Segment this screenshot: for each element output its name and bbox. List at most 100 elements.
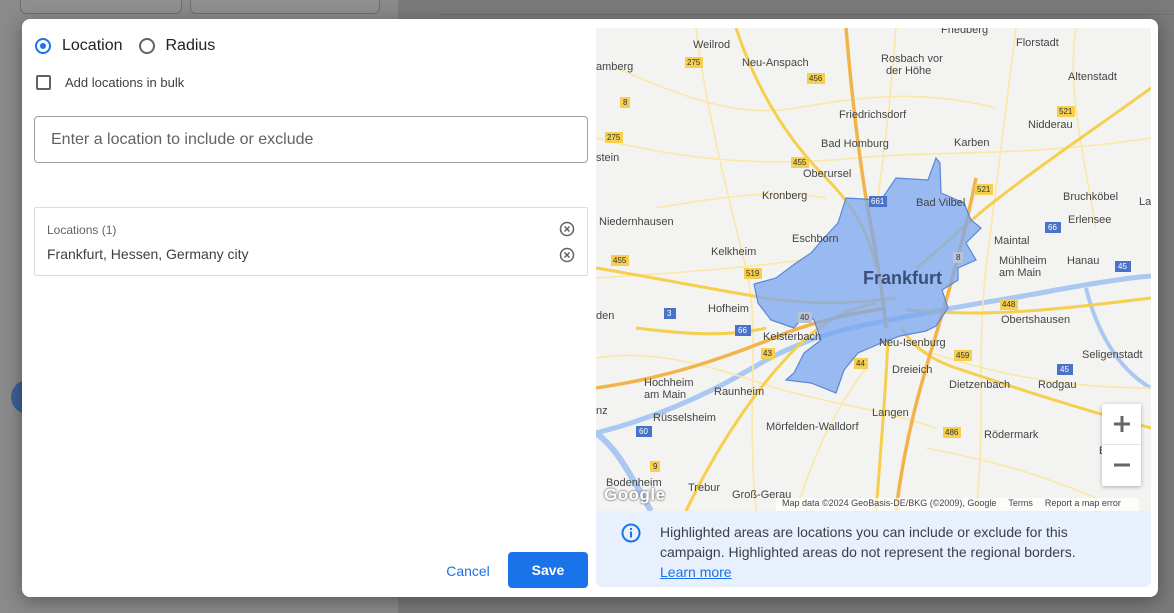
shield-text: 66 bbox=[1048, 223, 1057, 232]
radio-button[interactable] bbox=[138, 38, 155, 54]
dialog-footer: Cancel Save bbox=[22, 552, 596, 590]
info-text: Highlighted areas are locations you can … bbox=[660, 524, 1076, 560]
map-label-friedrichsdorf: Friedrichsdorf bbox=[839, 109, 907, 121]
map-label-ruesselsheim: Rüsselsheim bbox=[653, 412, 716, 424]
shield-text: 8 bbox=[956, 253, 961, 262]
radio-location[interactable]: Location bbox=[35, 37, 123, 55]
map-label-hochheim-1: Hochheim bbox=[644, 377, 694, 389]
map-label-hofheim: Hofheim bbox=[708, 303, 749, 315]
road-shield: 521 bbox=[975, 184, 993, 195]
location-form: Location Radius Add locations in bulk Lo… bbox=[22, 19, 596, 597]
map-label-moerfelden: Mörfelden-Walldorf bbox=[766, 421, 859, 433]
road-shield: 66 bbox=[735, 325, 751, 336]
shield-text: 45 bbox=[1060, 365, 1069, 374]
map-label-niedernhausen: Niedernhausen bbox=[599, 216, 674, 228]
shield-text: 8 bbox=[623, 98, 628, 107]
shield-text: 448 bbox=[1002, 300, 1016, 309]
road-shield: 448 bbox=[1000, 299, 1018, 310]
road-shield: 9 bbox=[650, 461, 660, 472]
location-dialog: Location Radius Add locations in bulk Lo… bbox=[22, 19, 1158, 597]
road-shield: 40 bbox=[798, 312, 812, 323]
map-label-bad-vilbel: Bad Vilbel bbox=[916, 197, 965, 209]
bulk-add-toggle[interactable]: Add locations in bulk bbox=[36, 75, 184, 90]
shield-text: 459 bbox=[956, 351, 970, 360]
location-search-field[interactable] bbox=[34, 116, 588, 163]
shield-text: 455 bbox=[793, 158, 807, 167]
radio-location-label: Location bbox=[62, 37, 123, 54]
save-button[interactable]: Save bbox=[508, 552, 588, 588]
info-icon bbox=[621, 523, 641, 548]
learn-more-link[interactable]: Learn more bbox=[660, 564, 732, 580]
map-label-karben: Karben bbox=[954, 137, 989, 149]
report-map-error-link[interactable]: Report a map error bbox=[1045, 498, 1121, 511]
location-search-input[interactable] bbox=[35, 117, 587, 162]
remove-location-button[interactable] bbox=[559, 247, 575, 263]
background-chip bbox=[190, 0, 380, 14]
cancel-button[interactable]: Cancel bbox=[436, 554, 500, 588]
map-attribution: Map data ©2024 GeoBasis-DE/BKG (©2009), … bbox=[776, 498, 1139, 511]
road-shield: 456 bbox=[807, 73, 825, 84]
map-view[interactable]: Weilrod Neu-Anspach Rosbach vor der Höhe… bbox=[596, 28, 1151, 511]
map-label-neu-isenburg: Neu-Isenburg bbox=[879, 337, 946, 349]
map-label-lang: Lang bbox=[1139, 196, 1151, 208]
map-label-seligenstadt: Seligenstadt bbox=[1082, 349, 1143, 361]
map-data-credit: Map data ©2024 GeoBasis-DE/BKG (©2009), … bbox=[782, 498, 997, 508]
map-label-rodgau: Rodgau bbox=[1038, 379, 1077, 391]
road-shield: 519 bbox=[744, 268, 762, 279]
shield-text: 9 bbox=[653, 462, 658, 471]
road-shield: 521 bbox=[1057, 106, 1075, 117]
road-shield: 60 bbox=[636, 426, 652, 437]
map-label-den: den bbox=[596, 310, 614, 322]
map-terms-link[interactable]: Terms bbox=[1008, 498, 1033, 511]
map-label-hochheim-2: am Main bbox=[644, 389, 686, 401]
radio-button-selected[interactable] bbox=[35, 38, 51, 54]
plus-icon bbox=[1113, 416, 1130, 432]
shield-text: 455 bbox=[613, 256, 627, 265]
background-chip bbox=[20, 0, 182, 14]
location-type-group: Location Radius bbox=[35, 37, 231, 55]
minus-icon bbox=[1113, 463, 1130, 467]
zoom-out-button[interactable] bbox=[1102, 445, 1141, 485]
bulk-checkbox[interactable] bbox=[36, 75, 51, 90]
location-item: Frankfurt, Hessen, Germany city bbox=[47, 246, 249, 262]
shield-text: 60 bbox=[639, 427, 648, 436]
map-label-oberursel: Oberursel bbox=[803, 168, 851, 180]
bulk-label: Add locations in bulk bbox=[65, 75, 185, 90]
road-shield: 275 bbox=[685, 57, 703, 68]
shield-text: 661 bbox=[871, 197, 885, 206]
map-label-dreieich: Dreieich bbox=[892, 364, 932, 376]
map-label-bruchkoebel: Bruchköbel bbox=[1063, 191, 1118, 203]
shield-text: 521 bbox=[977, 185, 991, 194]
road-shield: 8 bbox=[620, 97, 630, 108]
remove-all-locations-button[interactable] bbox=[559, 221, 575, 237]
map-label-neu-anspach: Neu-Anspach bbox=[742, 57, 809, 69]
map-label-erlensee: Erlensee bbox=[1068, 214, 1111, 226]
road-shield: 661 bbox=[869, 196, 887, 207]
map-label-dietzenbach: Dietzenbach bbox=[949, 379, 1010, 391]
map-label-raunheim: Raunheim bbox=[714, 386, 764, 398]
map-label-obertshausen: Obertshausen bbox=[1001, 314, 1070, 326]
shield-text: 275 bbox=[687, 58, 701, 67]
map-label-roedermark: Rödermark bbox=[984, 429, 1039, 441]
radio-radius[interactable]: Radius bbox=[138, 37, 215, 55]
map-canvas[interactable]: Weilrod Neu-Anspach Rosbach vor der Höhe… bbox=[596, 28, 1151, 511]
map-label-rosbach-1: Rosbach vor bbox=[881, 53, 943, 65]
info-banner: Highlighted areas are locations you can … bbox=[596, 511, 1151, 587]
road-shield: 8 bbox=[953, 252, 963, 263]
map-label-kronberg: Kronberg bbox=[762, 190, 807, 202]
map-label-eschborn: Eschborn bbox=[792, 233, 838, 245]
close-circle-icon bbox=[559, 247, 575, 263]
map-label-kelsterbach: Kelsterbach bbox=[763, 331, 821, 343]
road-shield: 455 bbox=[791, 157, 809, 168]
map-label-amberg: amberg bbox=[596, 61, 633, 73]
shield-text: 45 bbox=[1118, 262, 1127, 271]
shield-text: 43 bbox=[763, 349, 772, 358]
map-label-bad-homburg: Bad Homburg bbox=[821, 138, 889, 150]
locations-count-header: Locations (1) bbox=[47, 223, 117, 237]
road-shield: 275 bbox=[605, 132, 623, 143]
road-shield: 43 bbox=[761, 348, 775, 359]
zoom-in-button[interactable] bbox=[1102, 404, 1141, 445]
shield-text: 519 bbox=[746, 269, 760, 278]
map-label-kelkheim: Kelkheim bbox=[711, 246, 756, 258]
zoom-controls bbox=[1102, 404, 1141, 486]
